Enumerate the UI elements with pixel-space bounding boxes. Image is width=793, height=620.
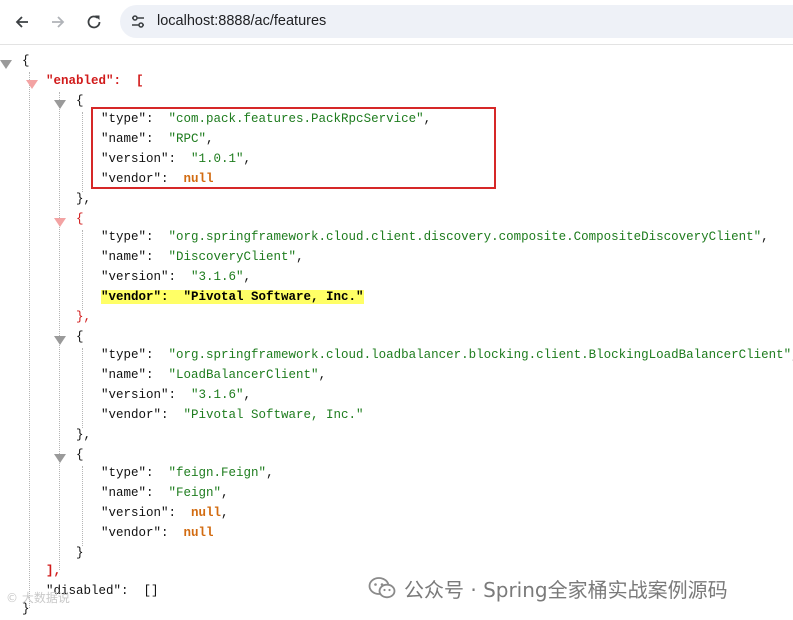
enabled-key: "enabled" [46,74,114,88]
type-value: "org.springframework.cloud.loadbalancer.… [168,348,792,362]
feature-version-line: "version": "3.1.6", [101,270,252,284]
name-value: "Feign" [168,486,222,500]
small-watermark: © 大数据说 [6,591,70,605]
type-key: "type" [101,230,147,244]
type-value: "feign.Feign" [168,466,267,480]
version-value: "3.1.6" [191,388,244,402]
feature-vendor-line: "vendor": "Pivotal Software, Inc." [101,408,364,422]
back-button[interactable] [8,8,36,36]
feature-vendor-line: "vendor": "Pivotal Software, Inc." [101,290,364,304]
arrow-left-icon [15,16,28,28]
vendor-key: "vendor" [101,408,162,422]
feature-type-line: "type": "org.springframework.cloud.loadb… [101,348,793,362]
object-open-brace: { [76,448,84,462]
object-close-brace: }, [76,310,92,324]
vendor-value: "Pivotal Software, Inc." [183,408,364,422]
collapse-toggle-icon[interactable] [0,60,12,69]
disabled-value: [] [143,584,159,598]
indent-guide [59,92,60,570]
name-key: "name" [101,486,147,500]
collapse-toggle-icon[interactable] [54,218,66,227]
feature-version-line: "version": "3.1.6", [101,388,252,402]
address-bar[interactable]: localhost:8888/ac/features [120,5,793,38]
feature-name-line: "name": "DiscoveryClient", [101,250,304,264]
reload-icon [87,15,101,29]
reload-button[interactable] [80,8,108,36]
feature-type-line: "type": "org.springframework.cloud.clien… [101,230,769,244]
json-viewer: { "enabled": [ { "type": "com.pack.featu… [0,44,793,620]
type-key: "type" [101,466,147,480]
highlight-box [91,107,496,189]
type-value: "org.springframework.cloud.client.discov… [168,230,762,244]
array-close-bracket: ], [46,564,62,578]
version-key: "version" [101,388,169,402]
enabled-line: "enabled": [ [46,74,144,88]
object-open-brace: { [76,94,84,108]
name-key: "name" [101,250,147,264]
name-value: "DiscoveryClient" [168,250,297,264]
vendor-key: "vendor" [101,290,162,304]
site-info-icon[interactable] [129,13,147,31]
arrow-right-icon [52,16,65,28]
url-text[interactable]: localhost:8888/ac/features [157,13,326,29]
feature-name-line: "name": "Feign", [101,486,229,500]
version-value: "3.1.6" [191,270,244,284]
watermark: 公众号 · Spring全家桶实战案例源码 [368,574,728,602]
root-open-brace: { [22,54,30,68]
object-close-brace: }, [76,428,92,442]
collapse-toggle-icon[interactable] [26,80,38,89]
indent-guide [82,348,83,428]
version-key: "version" [101,270,169,284]
vendor-value: null [183,526,214,540]
object-open-brace: { [76,212,84,226]
browser-toolbar: localhost:8888/ac/features [0,0,793,45]
vendor-key: "vendor" [101,526,162,540]
indent-guide [82,230,83,310]
feature-version-line: "version": null, [101,506,229,520]
collapse-toggle-icon[interactable] [54,100,66,109]
object-close-brace: } [76,546,84,560]
vendor-value: "Pivotal Software, Inc." [183,290,364,304]
object-open-brace: { [76,330,84,344]
indent-guide [82,112,83,192]
version-key: "version" [101,506,169,520]
indent-guide [29,72,30,608]
wechat-icon [368,577,396,599]
version-value: null [191,506,222,520]
object-close-brace: }, [76,192,92,206]
forward-button[interactable] [44,8,72,36]
collapse-toggle-icon[interactable] [54,336,66,345]
watermark-text: 公众号 · Spring全家桶实战案例源码 [404,577,728,602]
feature-name-line: "name": "LoadBalancerClient", [101,368,327,382]
feature-vendor-line: "vendor": null [101,526,214,540]
indent-guide [82,466,83,546]
collapse-toggle-icon[interactable] [54,454,66,463]
type-key: "type" [101,348,147,362]
name-value: "LoadBalancerClient" [168,368,319,382]
feature-type-line: "type": "feign.Feign", [101,466,274,480]
name-key: "name" [101,368,147,382]
